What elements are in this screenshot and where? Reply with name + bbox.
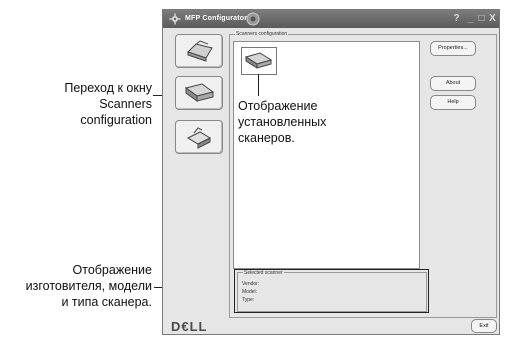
dell-logo: D€LL (171, 319, 208, 334)
help-window-button[interactable]: ? (450, 12, 463, 25)
properties-button[interactable]: Properties... (430, 41, 476, 56)
close-button[interactable]: X (486, 12, 499, 25)
ports-config-button[interactable] (175, 120, 223, 154)
mfp-app-icon (246, 12, 260, 26)
list-callout-line3: сканеров. (238, 131, 295, 145)
mfp-configurator-window: MFP Configurator ? _ □ X Scanners config (162, 9, 500, 335)
scanners-config-button[interactable] (175, 76, 223, 110)
selected-callout: Отображение изготовителя, модели и типа … (2, 262, 152, 310)
selected-callout-line3: и типа сканера. (61, 295, 152, 309)
printers-config-button[interactable] (175, 34, 223, 68)
nav-callout-line1: Переход к окну (64, 81, 152, 95)
selected-callout-line2: изготовителя, модели (25, 279, 152, 293)
about-button[interactable]: About (430, 76, 476, 91)
scanners-configuration-label: Scanners configuration (235, 31, 289, 37)
list-callout-line1: Отображение (238, 99, 318, 113)
list-leader-line (258, 74, 259, 96)
port-icon (186, 127, 212, 149)
list-callout: Отображение установленных сканеров. (238, 98, 378, 146)
nav-callout: Переход к окну Scanners configuration (40, 80, 152, 128)
scanner-thumbnail-icon (244, 52, 273, 69)
selected-scanner-highlight (234, 269, 429, 313)
scanner-list[interactable]: Отображение установленных сканеров. (233, 41, 420, 269)
exit-button[interactable]: Exit (471, 319, 497, 333)
list-callout-line2: установленных (238, 115, 327, 129)
window-title: MFP Configurator (185, 15, 248, 22)
help-button[interactable]: Help (430, 95, 476, 110)
scanner-icon (184, 83, 215, 102)
app-menu-icon[interactable] (169, 13, 181, 25)
nav-callout-line2: Scanners configuration (80, 97, 152, 127)
printer-icon (187, 40, 213, 62)
scanner-list-item[interactable] (241, 47, 277, 75)
title-bar[interactable]: MFP Configurator ? _ □ X (163, 10, 499, 28)
selected-callout-line1: Отображение (72, 263, 152, 277)
